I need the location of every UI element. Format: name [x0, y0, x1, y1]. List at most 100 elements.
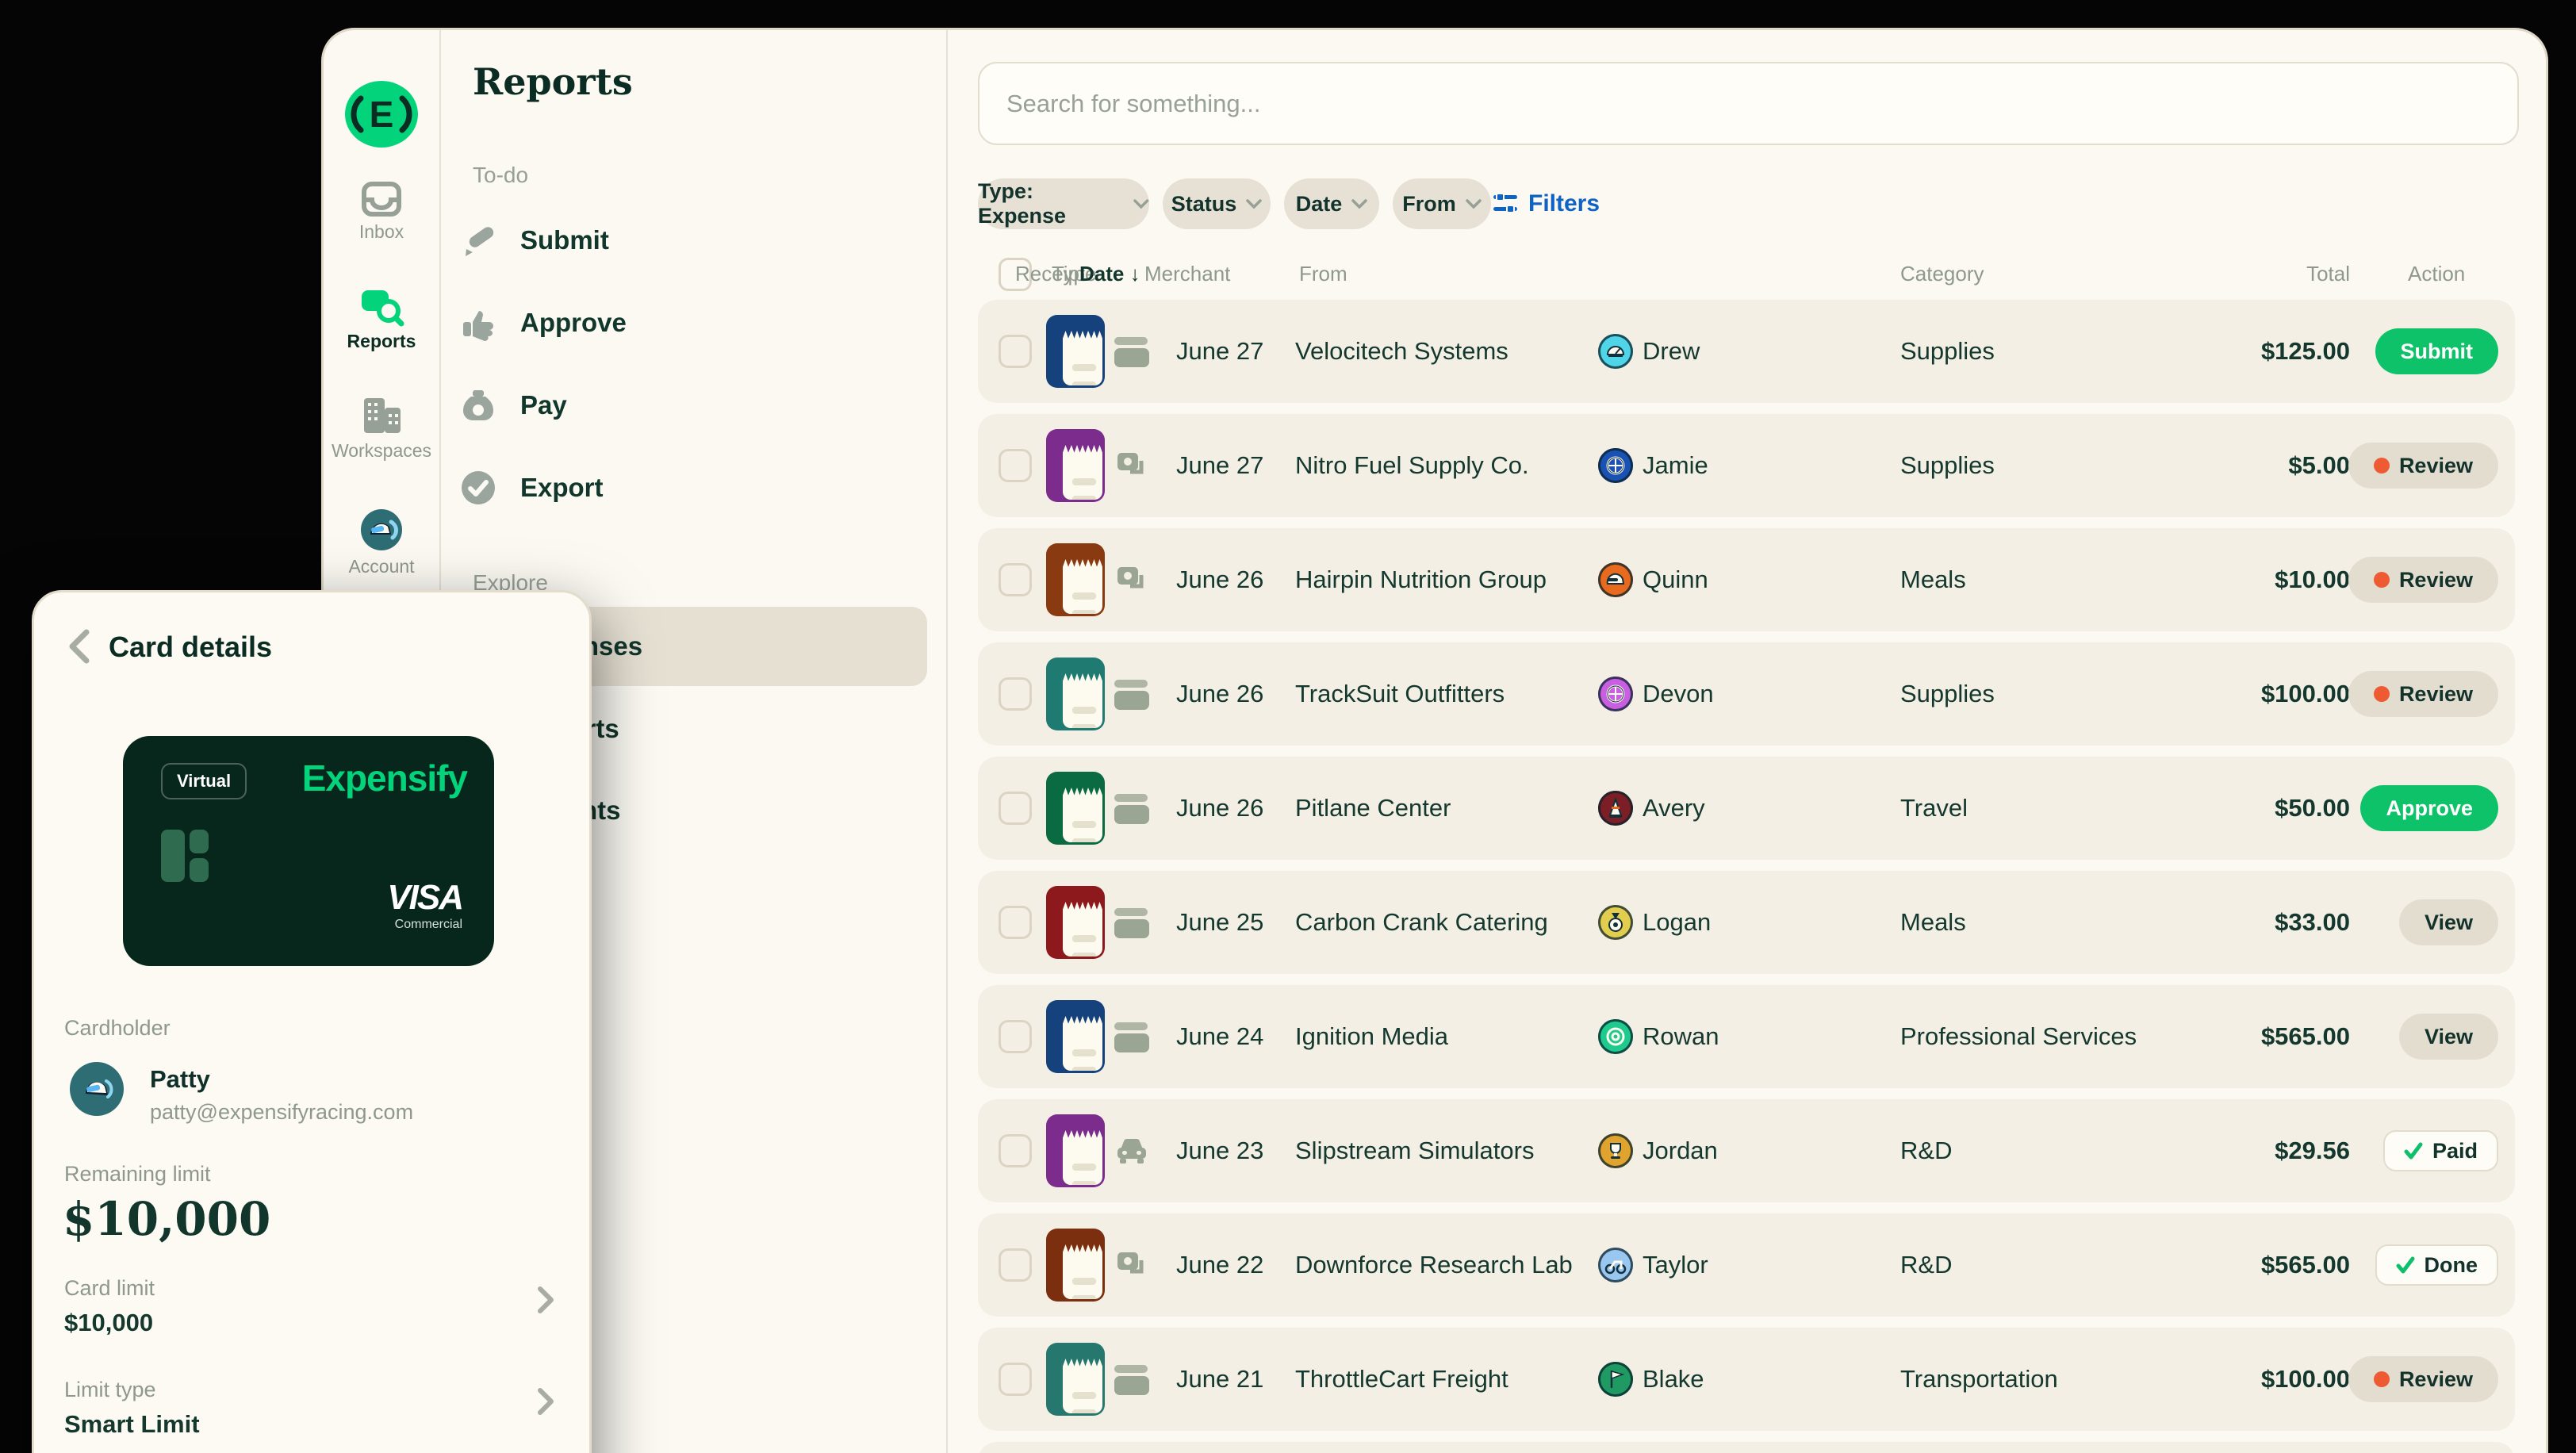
row-checkbox[interactable]	[999, 335, 1032, 368]
action-button[interactable]: Review	[2348, 671, 2498, 717]
col-header-from[interactable]: From	[1299, 262, 1347, 286]
expense-from: Avery	[1643, 794, 1705, 822]
action-button[interactable]: Paid	[2383, 1130, 2498, 1171]
col-header-category[interactable]: Category	[1900, 262, 1984, 286]
filter-chip-date[interactable]: Date	[1284, 178, 1379, 229]
receipt-thumbnail[interactable]	[1046, 772, 1105, 845]
table-row[interactable]: June 23 Slipstream Simulators Jordan R&D…	[978, 1099, 2515, 1202]
col-header-date[interactable]: Date ↓	[1079, 262, 1140, 286]
expensify-logo-icon[interactable]: E	[343, 79, 420, 149]
action-button[interactable]: Review	[2348, 557, 2498, 603]
table-row[interactable]: June 26 Hairpin Nutrition Group Quinn Me…	[978, 528, 2515, 631]
table-row[interactable]: June 26 TrackSuit Outfitters Devon Suppl…	[978, 642, 2515, 746]
expense-merchant: Hairpin Nutrition Group	[1295, 565, 1547, 594]
row-checkbox[interactable]	[999, 1248, 1032, 1282]
limit-type-row-chevron[interactable]	[537, 1387, 554, 1420]
filter-chip-type[interactable]: Type: Expense	[978, 178, 1149, 229]
chevron-left-icon	[67, 629, 90, 664]
thumbs-up-icon	[458, 303, 498, 343]
col-header-merchant[interactable]: Merchant	[1144, 262, 1230, 286]
sidebar-item-account[interactable]: Account	[324, 508, 439, 577]
card-limit-row-chevron[interactable]	[537, 1286, 554, 1318]
col-header-action[interactable]: Action	[2408, 262, 2465, 286]
search-input[interactable]	[979, 90, 2517, 118]
action-button[interactable]: Review	[2348, 443, 2498, 489]
receipt-thumbnail[interactable]	[1046, 1000, 1105, 1073]
card-limit-value: $10,000	[64, 1309, 153, 1337]
sidebar-item-inbox[interactable]: Inbox	[324, 181, 439, 243]
receipt-thumbnail[interactable]	[1046, 315, 1105, 388]
todo-item-submit[interactable]: Submit	[458, 213, 609, 268]
receipt-thumbnail[interactable]	[1046, 1114, 1105, 1187]
expense-type-icon	[1113, 332, 1151, 370]
sidebar-item-reports[interactable]: Reports	[324, 286, 439, 352]
table-row[interactable]: June 25 Carbon Crank Catering Logan Meal…	[978, 871, 2515, 974]
chevron-down-icon	[1133, 199, 1149, 209]
back-button[interactable]	[67, 629, 90, 668]
expense-total: $5.00	[2288, 451, 2350, 480]
action-button[interactable]: Done	[2375, 1244, 2499, 1286]
expense-merchant: Velocitech Systems	[1295, 337, 1508, 366]
filter-chip-status[interactable]: Status	[1163, 178, 1271, 229]
modal-title: Card details	[109, 631, 272, 664]
expensify-app-window: E Inbox Reports	[321, 28, 2548, 1453]
receipt-thumbnail[interactable]	[1046, 1229, 1105, 1302]
row-checkbox[interactable]	[999, 1363, 1032, 1396]
expense-type-icon	[1113, 789, 1151, 827]
row-checkbox[interactable]	[999, 449, 1032, 482]
receipt-thumbnail[interactable]	[1046, 543, 1105, 616]
todo-item-pay[interactable]: Pay	[458, 378, 567, 433]
remaining-limit-label: Remaining limit	[64, 1162, 211, 1187]
cardholder-email: patty@expensifyracing.com	[150, 1100, 413, 1125]
action-button[interactable]: View	[2399, 1014, 2498, 1060]
expense-category: Meals	[1900, 908, 1966, 937]
row-checkbox[interactable]	[999, 792, 1032, 825]
expense-total: $565.00	[2261, 1251, 2350, 1279]
todo-item-export[interactable]: Export	[458, 460, 604, 516]
expense-date: June 23	[1176, 1137, 1263, 1165]
page-title: Reports	[473, 60, 633, 103]
receipt-thumbnail[interactable]	[1046, 886, 1105, 959]
review-dot-icon	[2374, 458, 2390, 473]
expense-total: $29.56	[2275, 1137, 2350, 1165]
expense-total: $125.00	[2261, 337, 2350, 366]
row-checkbox[interactable]	[999, 563, 1032, 596]
col-header-total[interactable]: Total	[2306, 262, 2350, 286]
sidebar-item-workspaces[interactable]: Workspaces	[324, 395, 439, 462]
action-button[interactable]: View	[2399, 899, 2498, 945]
pencil-icon	[458, 220, 498, 260]
action-button[interactable]: Approve	[2360, 785, 2498, 831]
action-button[interactable]: Submit	[2375, 328, 2499, 374]
cardholder-avatar	[70, 1062, 124, 1116]
filter-chip-from[interactable]: From	[1393, 178, 1491, 229]
row-checkbox[interactable]	[999, 677, 1032, 711]
todo-item-approve[interactable]: Approve	[458, 295, 627, 351]
table-row[interactable]: June 26 Pitlane Center Avery Travel $50.…	[978, 757, 2515, 860]
table-row[interactable]: June 27 Velocitech Systems Drew Supplies…	[978, 300, 2515, 403]
receipt-thumbnail[interactable]	[1046, 657, 1105, 730]
money-bag-icon	[458, 385, 498, 425]
remaining-limit-value: $10,000	[63, 1192, 270, 1246]
expense-date: June 21	[1176, 1365, 1263, 1394]
table-row[interactable]: June 22 Downforce Research Lab Taylor R&…	[978, 1213, 2515, 1317]
inbox-icon	[361, 181, 402, 217]
expense-total: $33.00	[2275, 908, 2350, 937]
helmet-avatar-icon	[1598, 562, 1633, 597]
expense-date: June 25	[1176, 908, 1263, 937]
search-bar[interactable]	[978, 62, 2519, 145]
row-checkbox[interactable]	[999, 1134, 1032, 1167]
receipt-thumbnail[interactable]	[1046, 429, 1105, 502]
filters-link[interactable]: Filters	[1493, 178, 1600, 229]
row-checkbox[interactable]	[999, 1020, 1032, 1053]
expense-from: Taylor	[1643, 1251, 1708, 1279]
table-row[interactable]: June 21 ThrottleCart Freight Blake Trans…	[978, 1328, 2515, 1431]
receipt-thumbnail[interactable]	[1046, 1343, 1105, 1416]
expense-total: $100.00	[2261, 1365, 2350, 1394]
racing-helmet-icon	[79, 1072, 114, 1106]
table-row[interactable]: June 27 Nitro Fuel Supply Co. Jamie Supp…	[978, 414, 2515, 517]
table-row[interactable]: June 24 Ignition Media Rowan Professiona…	[978, 985, 2515, 1088]
action-button[interactable]: Review	[2348, 1356, 2498, 1402]
expense-from: Logan	[1643, 908, 1711, 937]
row-checkbox[interactable]	[999, 906, 1032, 939]
account-avatar-icon	[359, 508, 404, 552]
